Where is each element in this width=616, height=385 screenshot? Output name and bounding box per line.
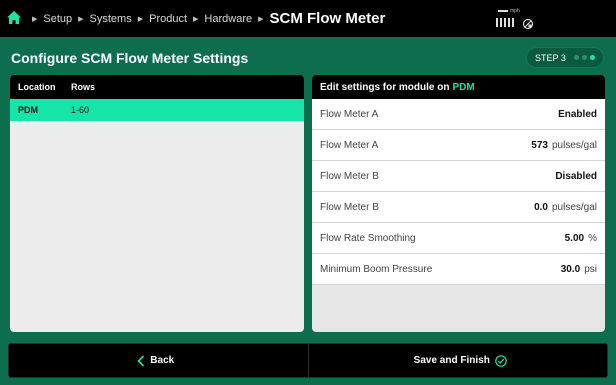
setting-value: 0.0 (534, 201, 548, 213)
breadcrumb-current: ▶ SCM Flow Meter (252, 10, 385, 27)
setting-row-flow-meter-b-calibration[interactable]: Flow Meter B 0.0 pulses/gal (312, 192, 605, 223)
breadcrumb: ▶ Setup ▶ Systems ▶ Product ▶ Hardware ▶ SCM … (26, 0, 385, 37)
column-header-location: Location (18, 82, 56, 92)
chevron-right-icon: ▶ (137, 15, 144, 23)
setting-value: Disabled (555, 170, 597, 182)
step-dot (573, 55, 579, 60)
setting-name: Flow Meter B (320, 201, 379, 213)
breadcrumb-item-hardware[interactable]: ▶ Hardware (187, 13, 252, 25)
bottom-bar: Back Save and Finish (8, 343, 608, 378)
speed-value-placeholder (498, 10, 508, 12)
setting-row-flow-meter-a-calibration[interactable]: Flow Meter A 573 pulses/gal (312, 130, 605, 161)
cell-location: PDM (18, 105, 38, 115)
save-and-finish-label: Save and Finish (413, 355, 490, 366)
cell-rows: 1-60 (71, 105, 90, 115)
chevron-right-icon: ▶ (258, 15, 264, 23)
gps-satellite-icon (522, 18, 534, 30)
setting-value: 30.0 (560, 263, 581, 275)
setting-name: Flow Rate Smoothing (320, 232, 416, 244)
setting-name: Flow Meter B (320, 170, 379, 182)
module-table: Location Rows PDM 1-60 (10, 75, 304, 332)
setting-row-flow-meter-a-status[interactable]: Flow Meter A Enabled (312, 99, 605, 130)
breadcrumb-item-product[interactable]: ▶ Product (132, 13, 187, 25)
settings-panel: Edit settings for module on PDM Flow Met… (312, 75, 605, 332)
chevron-right-icon: ▶ (193, 15, 199, 23)
setting-value: Enabled (558, 108, 597, 120)
step-dot-current (589, 55, 595, 60)
setting-row-flow-rate-smoothing[interactable]: Flow Rate Smoothing 5.00 % (312, 223, 605, 254)
settings-header: Edit settings for module on PDM (312, 75, 605, 99)
chevron-right-icon: ▶ (78, 15, 84, 23)
step-indicator: STEP 3 (526, 47, 604, 68)
settings-module-name: PDM (452, 81, 475, 93)
setting-unit: psi (584, 263, 597, 275)
status-area[interactable]: mph (496, 6, 540, 32)
back-button[interactable]: Back (9, 344, 308, 377)
table-row[interactable]: PDM 1-60 (10, 99, 304, 121)
check-circle-icon (495, 354, 507, 367)
speed-unit: mph (510, 8, 520, 14)
chevron-left-icon (137, 354, 145, 367)
setting-name: Minimum Boom Pressure (320, 263, 433, 275)
page-title: Configure SCM Flow Meter Settings (11, 50, 249, 66)
setting-value: 573 (531, 139, 548, 151)
top-bar: ▶ Setup ▶ Systems ▶ Product ▶ Hardware ▶ SCM … (0, 0, 616, 37)
setting-row-flow-meter-b-status[interactable]: Flow Meter B Disabled (312, 161, 605, 192)
breadcrumb-item-systems[interactable]: ▶ Systems (72, 13, 132, 25)
setting-value: 5.00 (564, 232, 585, 244)
page-heading: SCM Flow Meter (269, 10, 386, 27)
step-label: STEP 3 (535, 52, 566, 63)
step-dot (581, 55, 587, 60)
home-icon[interactable] (7, 11, 21, 24)
breadcrumb-item-setup[interactable]: ▶ Setup (26, 13, 72, 25)
setting-name: Flow Meter A (320, 139, 379, 151)
setting-row-minimum-boom-pressure[interactable]: Minimum Boom Pressure 30.0 psi (312, 254, 605, 285)
setting-unit: pulses/gal (551, 139, 597, 151)
setting-name: Flow Meter A (320, 108, 379, 120)
table-header: Location Rows (10, 75, 304, 99)
settings-header-label: Edit settings for module on (320, 81, 450, 93)
setting-unit: pulses/gal (551, 201, 597, 213)
signal-bars-icon (496, 18, 514, 27)
save-and-finish-button[interactable]: Save and Finish (307, 344, 608, 377)
chevron-right-icon: ▶ (32, 15, 38, 23)
setting-unit: % (588, 232, 597, 244)
step-dots (573, 55, 595, 60)
back-button-label: Back (150, 355, 175, 366)
column-header-rows: Rows (71, 82, 96, 92)
